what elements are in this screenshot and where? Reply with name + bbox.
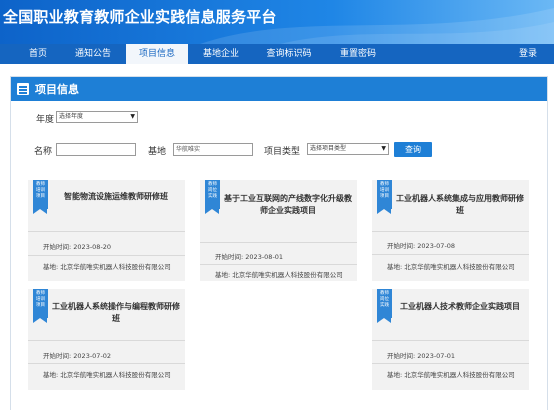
main-nav: 首页 通知公告 项目信息 基地企业 查询标识码 重置密码 登录 (0, 44, 554, 64)
start-date: 2023-07-01 (417, 352, 456, 360)
nav-item-home[interactable]: 首页 (18, 44, 58, 64)
nav-item-notices[interactable]: 通知公告 (62, 44, 124, 64)
start-prefix: 开始时间: (43, 352, 72, 360)
type-select-value: 选择项目类型 (310, 145, 347, 152)
project-type-badge: 教师 培训 项目 (377, 180, 392, 214)
start-date: 2023-07-02 (73, 352, 112, 360)
name-input[interactable] (56, 143, 136, 156)
type-select[interactable]: 选择项目类型 ▼ (307, 143, 389, 155)
project-card[interactable]: 教师 培训 项目 工业机器人系统操作与编程教师研修班 开始时间: 2023-07… (28, 289, 185, 390)
project-title[interactable]: 工业机器人系统操作与编程教师研修班 (52, 301, 180, 325)
header-banner: 全国职业教育教师企业实践信息服务平台 (0, 0, 554, 44)
project-base: 基地: 北京华航唯实机器人科技股份有限公司 (215, 269, 343, 279)
divider (372, 254, 529, 255)
project-start: 开始时间: 2023-08-01 (215, 251, 283, 261)
divider (28, 255, 185, 256)
project-start: 开始时间: 2023-08-20 (43, 241, 111, 251)
base-name: 北京华航唯实机器人科技股份有限公司 (60, 263, 171, 271)
year-label: 年度 (36, 115, 55, 125)
base-name: 北京华航唯实机器人科技股份有限公司 (404, 371, 515, 379)
divider (28, 231, 185, 232)
login-link[interactable]: 登录 (508, 44, 548, 64)
base-prefix: 基地: (387, 371, 403, 379)
base-name: 北京华航唯实机器人科技股份有限公司 (60, 371, 171, 379)
project-start: 开始时间: 2023-07-08 (387, 240, 455, 250)
project-type-badge: 教师 岗位 实践 (377, 289, 392, 323)
divider (372, 363, 529, 364)
chevron-down-icon: ▼ (130, 113, 135, 120)
project-card[interactable]: 教师 培训 项目 智能物流设施运维教师研修班 开始时间: 2023-08-20 … (28, 180, 185, 281)
start-date: 2023-08-01 (245, 253, 284, 261)
base-label: 基地 (148, 147, 167, 157)
project-start: 开始时间: 2023-07-02 (43, 350, 111, 360)
project-type-badge: 教师 培训 项目 (33, 289, 48, 323)
project-type-badge: 教师 培训 项目 (33, 180, 48, 214)
nav-item-reset-password[interactable]: 重置密码 (326, 44, 390, 64)
divider (200, 242, 357, 243)
name-label: 名称 (34, 147, 53, 157)
project-title[interactable]: 工业机器人系统集成与应用教师研修班 (396, 193, 524, 217)
project-card[interactable]: 教师 培训 项目 工业机器人系统集成与应用教师研修班 开始时间: 2023-07… (372, 180, 529, 281)
base-prefix: 基地: (215, 271, 231, 279)
project-title[interactable]: 基于工业互联网的产线数字化升级教师企业实践项目 (224, 193, 352, 217)
list-icon (17, 83, 29, 95)
base-prefix: 基地: (387, 263, 403, 271)
divider (28, 340, 185, 341)
site-title: 全国职业教育教师企业实践信息服务平台 (3, 8, 277, 26)
start-prefix: 开始时间: (215, 253, 244, 261)
base-name: 北京华航唯实机器人科技股份有限公司 (404, 263, 515, 271)
start-date: 2023-08-20 (73, 243, 112, 251)
chevron-down-icon: ▼ (381, 145, 386, 152)
base-prefix: 基地: (43, 371, 59, 379)
panel-header: 项目信息 (11, 77, 547, 101)
project-base: 基地: 北京华航唯实机器人科技股份有限公司 (387, 261, 515, 271)
project-base: 基地: 北京华航唯实机器人科技股份有限公司 (43, 369, 171, 379)
start-prefix: 开始时间: (387, 242, 416, 250)
project-base: 基地: 北京华航唯实机器人科技股份有限公司 (387, 369, 515, 379)
divider (200, 264, 357, 265)
divider (28, 363, 185, 364)
panel-title: 项目信息 (35, 83, 79, 96)
project-card[interactable]: 教师 岗位 实践 基于工业互联网的产线数字化升级教师企业实践项目 开始时间: 2… (200, 180, 357, 281)
start-date: 2023-07-08 (417, 242, 456, 250)
base-prefix: 基地: (43, 263, 59, 271)
project-type-badge: 教师 岗位 实践 (205, 180, 220, 214)
project-start: 开始时间: 2023-07-01 (387, 350, 455, 360)
year-select[interactable]: 选择年度 ▼ (56, 111, 138, 123)
project-base: 基地: 北京华航唯实机器人科技股份有限公司 (43, 261, 171, 271)
base-name: 北京华航唯实机器人科技股份有限公司 (232, 271, 343, 279)
nav-item-bases[interactable]: 基地企业 (190, 44, 252, 64)
base-input[interactable]: 华航唯实 (173, 143, 253, 156)
divider (372, 231, 529, 232)
project-title[interactable]: 工业机器人技术教师企业实践项目 (396, 301, 524, 313)
start-prefix: 开始时间: (387, 352, 416, 360)
divider (372, 340, 529, 341)
nav-item-query-code[interactable]: 查询标识码 (256, 44, 322, 64)
project-title[interactable]: 智能物流设施运维教师研修班 (52, 191, 180, 203)
query-button[interactable]: 查询 (394, 142, 432, 157)
start-prefix: 开始时间: (43, 243, 72, 251)
project-card[interactable]: 教师 岗位 实践 工业机器人技术教师企业实践项目 开始时间: 2023-07-0… (372, 289, 529, 390)
nav-item-projects[interactable]: 项目信息 (126, 44, 188, 64)
type-label: 项目类型 (264, 147, 301, 157)
year-select-value: 选择年度 (59, 113, 84, 120)
